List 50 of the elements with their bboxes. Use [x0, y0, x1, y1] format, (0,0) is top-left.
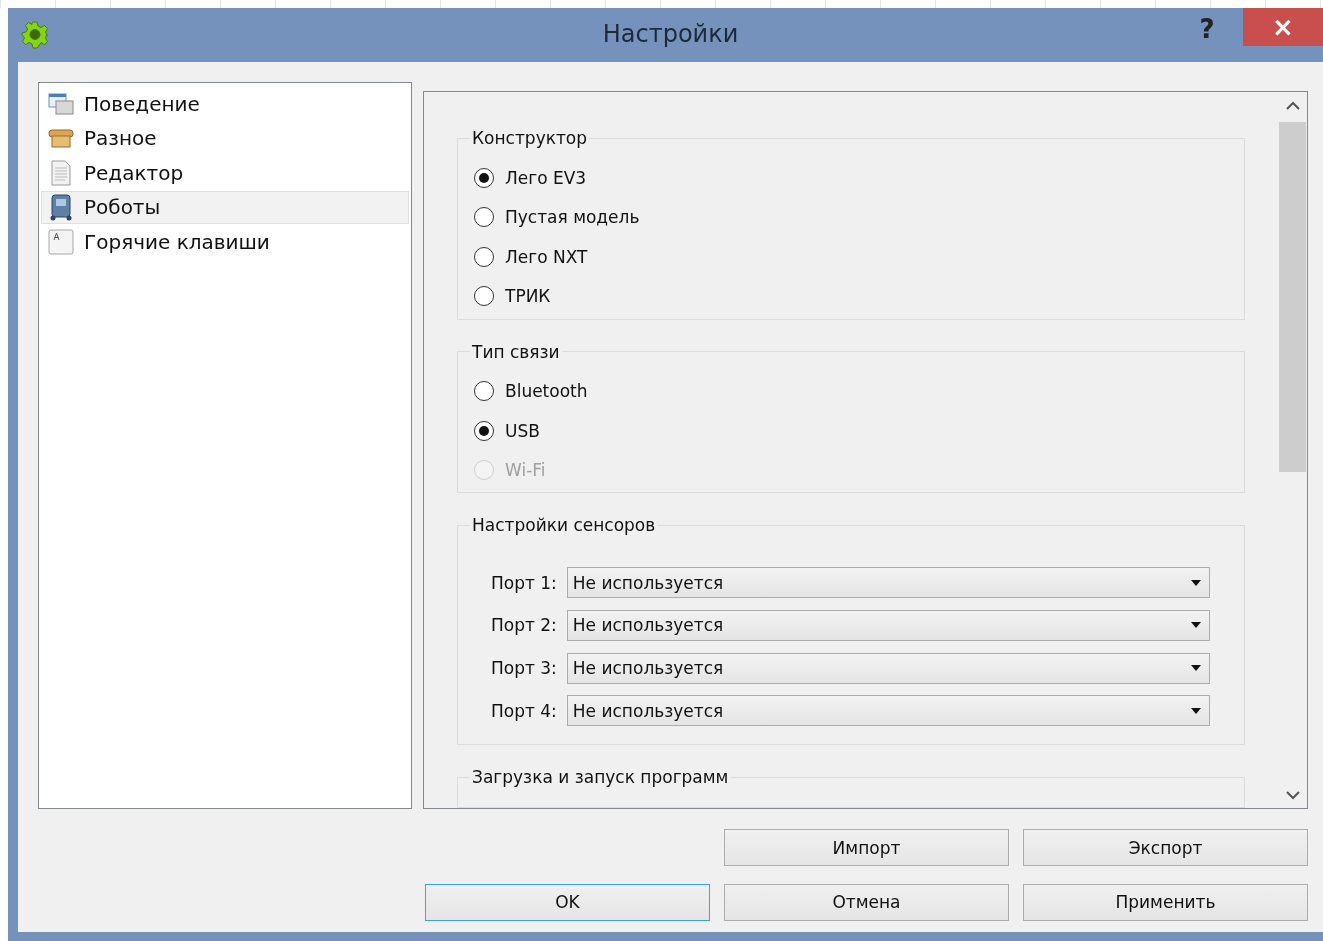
gear-icon	[20, 20, 50, 50]
radio-button[interactable]	[474, 381, 494, 402]
dialog-button[interactable]: Применить	[1023, 884, 1308, 921]
robot-icon	[48, 193, 74, 221]
radio-button[interactable]	[474, 286, 494, 307]
category-item[interactable]: Роботы	[41, 190, 409, 224]
port-label: Порт 4:	[491, 700, 557, 721]
sensor-dropdown[interactable]: Не используется	[566, 652, 1210, 684]
group-title: Конструктор	[471, 128, 589, 148]
radio-button[interactable]	[474, 246, 494, 267]
dialog-button[interactable]: OK	[425, 884, 710, 921]
dialog-button[interactable]: Экспорт	[1023, 829, 1308, 867]
dropdown-arrow-icon	[1190, 579, 1201, 586]
sensor-dropdown[interactable]: Не используется	[566, 695, 1210, 727]
port-label: Порт 1:	[491, 572, 557, 593]
sensor-dropdown[interactable]: Не используется	[566, 609, 1210, 641]
close-button[interactable]: ×	[1243, 8, 1323, 46]
radio-option[interactable]: ТРИК	[474, 276, 1244, 316]
group-title: Тип связи	[471, 341, 561, 362]
help-button[interactable]: ?	[1187, 9, 1227, 49]
scroll-thumb[interactable]	[1279, 122, 1306, 472]
dropdown-arrow-icon	[1190, 622, 1201, 629]
radio-option[interactable]: Лего EV3	[474, 158, 1244, 198]
radio-option[interactable]: Лего NXT	[474, 237, 1244, 277]
category-item[interactable]: Горячие клавиши	[41, 225, 409, 258]
radio-button[interactable]	[474, 207, 494, 228]
dialog-button[interactable]: Импорт	[724, 829, 1009, 867]
window-title: Настройки	[602, 20, 739, 48]
windows-icon	[48, 91, 74, 116]
category-item[interactable]: Поведение	[41, 87, 409, 120]
category-item[interactable]: Редактор	[41, 156, 409, 189]
chevron-up-icon	[1285, 100, 1300, 110]
dropdown-arrow-icon	[1190, 707, 1201, 714]
radio-button[interactable]	[474, 167, 494, 188]
radio-option[interactable]: Bluetooth	[474, 371, 1244, 412]
radio-button[interactable]	[474, 420, 494, 441]
radio-option[interactable]: Пустая модель	[474, 197, 1244, 237]
dropdown-arrow-icon	[1190, 665, 1201, 672]
keyboard-key-icon	[48, 228, 74, 255]
sensor-dropdown[interactable]: Не используется	[566, 567, 1210, 599]
group-title: Настройки сенсоров	[471, 515, 657, 536]
document-icon	[48, 159, 74, 186]
port-label: Порт 2:	[491, 615, 557, 636]
group-title: Загрузка и запуск программ	[471, 767, 730, 788]
radio-option[interactable]: USB	[474, 411, 1244, 451]
box-icon	[48, 126, 74, 150]
dialog-button[interactable]: Отмена	[724, 884, 1009, 921]
chevron-down-icon	[1285, 790, 1300, 800]
category-item[interactable]: Разное	[41, 121, 409, 155]
port-label: Порт 3:	[491, 658, 557, 679]
